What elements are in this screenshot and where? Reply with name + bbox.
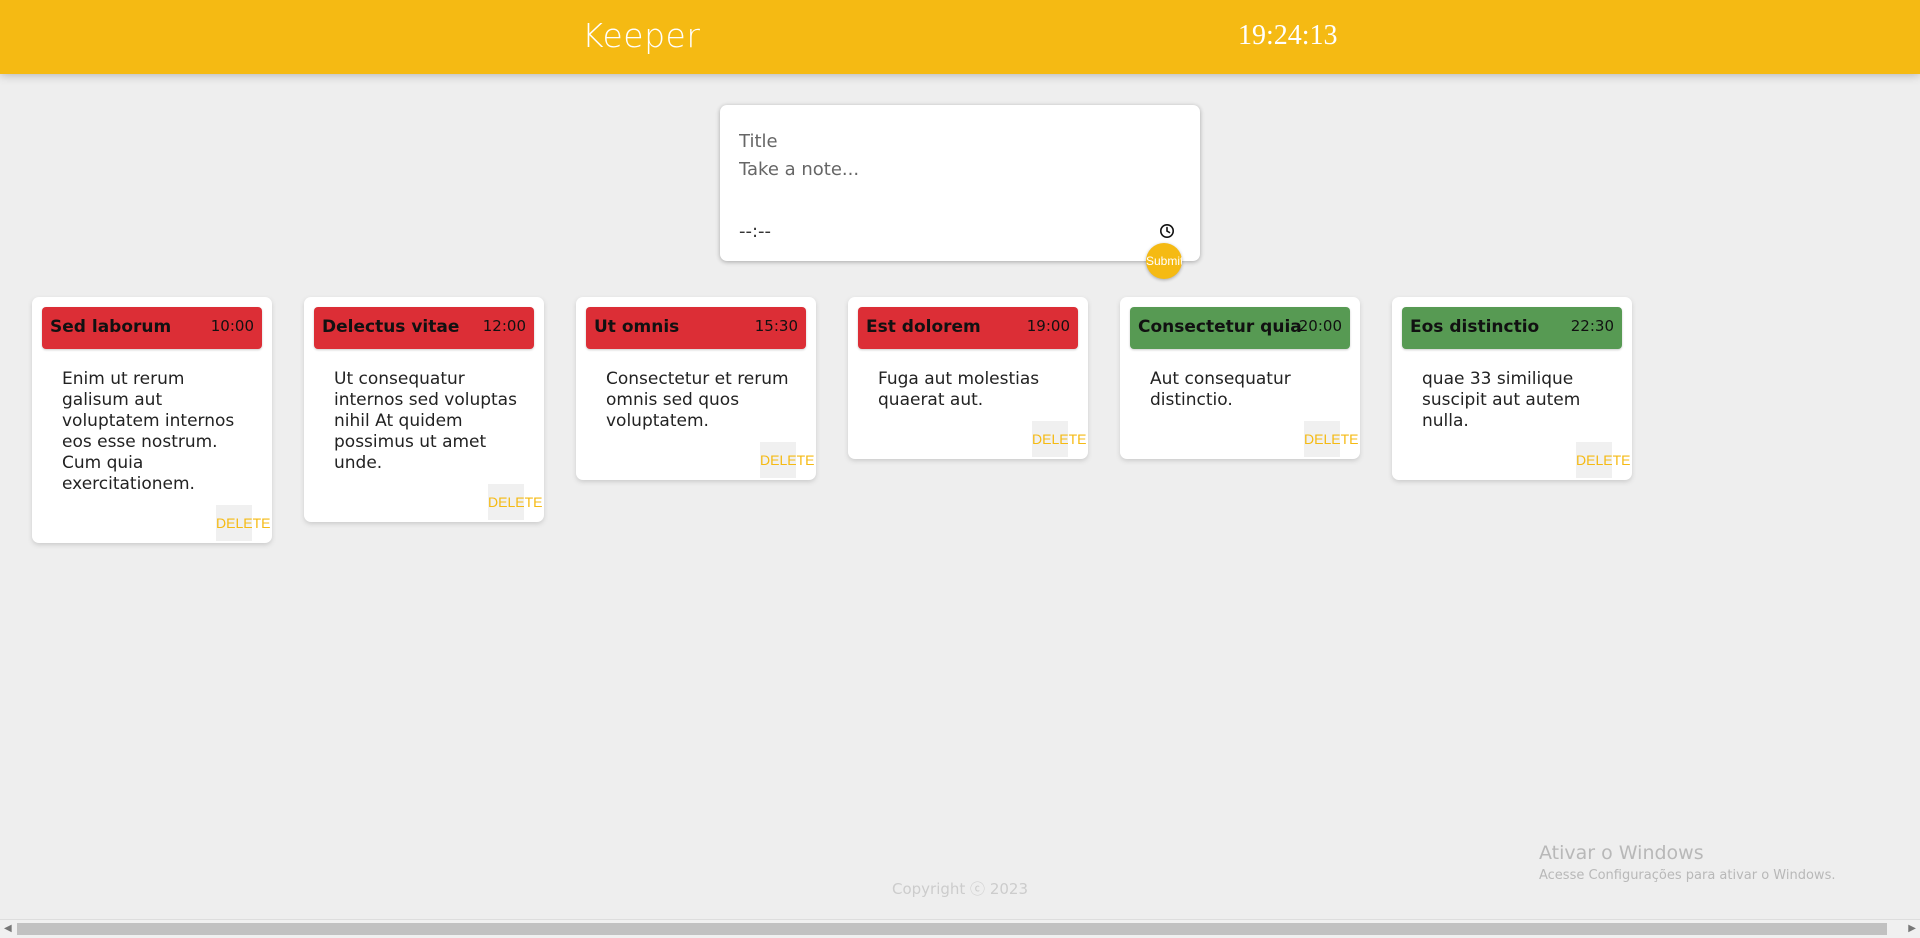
note-header: Ut omnis 15:30: [586, 307, 806, 349]
note-content: quae 33 similique suscipit aut autem nul…: [1422, 369, 1581, 431]
app-header: Keeper 19:24:13: [0, 0, 1920, 74]
note-title-input[interactable]: [739, 127, 1179, 155]
note-footer: DELETE: [1120, 411, 1360, 459]
delete-note-button[interactable]: DELETE: [760, 442, 814, 478]
note-title: Consectetur quia: [1138, 317, 1302, 337]
scroll-left-arrow-icon[interactable]: ◀: [4, 923, 12, 934]
note-header: Sed laborum 10:00: [42, 307, 262, 349]
scroll-right-arrow-icon[interactable]: ▶: [1908, 923, 1916, 934]
delete-note-button[interactable]: DELETE: [1304, 421, 1358, 457]
note-time: 20:00: [1298, 317, 1342, 335]
note-header: Est dolorem 19:00: [858, 307, 1078, 349]
note-content-input[interactable]: [739, 159, 1179, 209]
note-header: Delectus vitae 12:00: [314, 307, 534, 349]
note-content: Enim ut rerum galisum aut voluptatem int…: [62, 369, 235, 494]
create-note-form: --:--: [720, 105, 1200, 261]
app-title: Keeper: [582, 16, 701, 55]
note-card: Consectetur quia 20:00 Aut consequatur dis…: [1120, 297, 1360, 459]
time-input-value: --:--: [739, 220, 772, 242]
scrollbar-thumb[interactable]: [17, 923, 1887, 935]
note-footer: DELETE: [848, 411, 1088, 459]
note-footer: DELETE: [1392, 432, 1632, 480]
horizontal-scrollbar[interactable]: ◀ ▶: [0, 919, 1920, 938]
watermark-subtitle: Acesse Configurações para ativar o Windo…: [1539, 868, 1836, 883]
note-card: Eos distinctio 22:30 quae 33 similique sus…: [1392, 297, 1632, 480]
note-header: Consectetur quia 20:00: [1130, 307, 1350, 349]
note-time: 19:00: [1026, 317, 1070, 335]
delete-note-button[interactable]: DELETE: [488, 484, 542, 520]
note-footer: DELETE: [576, 432, 816, 480]
note-card: Ut omnis 15:30 Consectetur et rerum omnis …: [576, 297, 816, 480]
windows-activation-watermark: Ativar o Windows Acesse Configurações pa…: [1539, 842, 1835, 883]
clock-icon[interactable]: [1159, 223, 1175, 239]
note-header: Eos distinctio 22:30: [1402, 307, 1622, 349]
note-content: Consectetur et rerum omnis sed quos volu…: [606, 369, 789, 431]
note-time: 15:30: [754, 317, 798, 335]
note-content: Ut consequatur internos sed voluptas nih…: [334, 369, 517, 473]
delete-note-button[interactable]: DELETE: [1032, 421, 1086, 457]
note-title: Delectus vitae: [322, 317, 460, 337]
note-card: Delectus vitae 12:00 Ut consequatur intern…: [304, 297, 544, 522]
current-time-clock: 19:24:13: [1238, 20, 1338, 51]
note-card: Est dolorem 19:00 Fuga aut molestias quaer…: [848, 297, 1088, 459]
note-content: Aut consequatur distinctio.: [1150, 369, 1291, 410]
note-time: 12:00: [482, 317, 526, 335]
note-title: Sed laborum: [50, 317, 172, 337]
note-time-input[interactable]: --:--: [739, 217, 1179, 245]
watermark-title: Ativar o Windows: [1539, 842, 1704, 864]
submit-button[interactable]: Submit: [1146, 243, 1182, 279]
note-content: Fuga aut molestias quaerat aut.: [878, 369, 1040, 410]
note-time: 10:00: [210, 317, 254, 335]
note-time: 22:30: [1570, 317, 1614, 335]
delete-note-button[interactable]: DELETE: [216, 505, 270, 541]
copyright-text: Copyright ⓒ 2023: [891, 880, 1028, 898]
note-title: Ut omnis: [594, 317, 680, 337]
note-title: Est dolorem: [866, 317, 981, 337]
note-footer: DELETE: [304, 474, 544, 522]
note-title: Eos distinctio: [1410, 317, 1540, 337]
note-card: Sed laborum 10:00 Enim ut rerum galisum au…: [32, 297, 272, 543]
note-footer: DELETE: [32, 495, 272, 543]
delete-note-button[interactable]: DELETE: [1576, 442, 1630, 478]
